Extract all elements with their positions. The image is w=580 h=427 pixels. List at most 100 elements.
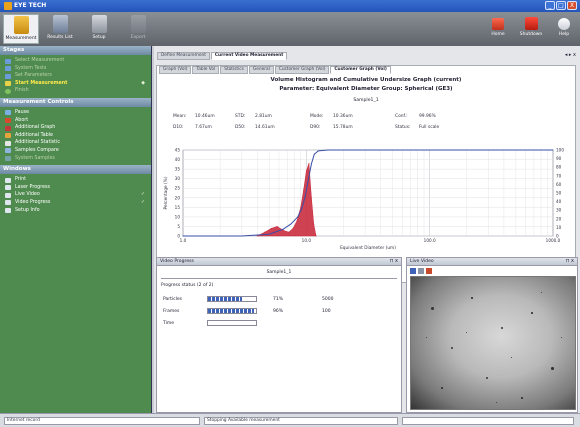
particle-speck <box>471 297 473 299</box>
minimize-button[interactable]: _ <box>545 1 555 10</box>
control-label: Additional Statistic <box>15 140 61 146</box>
setup-button[interactable]: Setup <box>81 14 117 44</box>
control-system-samples[interactable]: System Samples <box>0 155 151 163</box>
panel-close-icon[interactable]: ⊓ x <box>390 258 398 264</box>
x-axis-label: Equivalent Diameter (um) <box>340 245 396 251</box>
results-list-button[interactable]: Results List <box>42 14 78 44</box>
control-additional-graph[interactable]: Additional Graph <box>0 124 151 132</box>
cumulative-point <box>307 178 309 180</box>
histogram-point <box>315 235 317 237</box>
main-tabs: Define Measurement Current Video Measure… <box>157 52 288 60</box>
y-tick-label-right: 20 <box>556 216 562 221</box>
grid-icon[interactable] <box>418 268 424 274</box>
particles-label: Particles <box>163 297 182 302</box>
stage-icon <box>5 66 11 72</box>
tab-current-video-measurement[interactable]: Current Video Measurement <box>210 52 288 60</box>
histogram-point <box>270 227 272 229</box>
status-cell-3 <box>402 417 574 425</box>
video-progress-title-bar: Video Progress ⊓ x <box>157 258 401 266</box>
stage-finish[interactable]: Finish <box>0 87 151 95</box>
control-additional-statistic[interactable]: Additional Statistic <box>0 139 151 147</box>
particle-speck <box>531 312 533 314</box>
content-area: Define Measurement Current Video Measure… <box>154 46 580 413</box>
panel-close-icon[interactable]: ⊓ x <box>566 258 574 264</box>
shutdown-button[interactable]: Shutdown <box>513 14 549 44</box>
window-setup-info[interactable]: Setup Info <box>0 207 151 215</box>
checked-icon: ✓ <box>140 192 145 198</box>
stage-start-measurement[interactable]: Start Measurement ◆ <box>0 80 151 88</box>
app-title: EYE TECH <box>14 2 47 9</box>
cumulative-point <box>290 223 292 225</box>
stage-icon <box>5 81 11 87</box>
particle-speck <box>431 307 434 310</box>
particle-speck <box>521 397 523 399</box>
frames-progress-bar <box>207 308 257 314</box>
y-tick-label-left: 15 <box>175 205 181 210</box>
maximize-button[interactable]: □ <box>556 1 566 10</box>
histogram-point <box>276 225 278 227</box>
tab-nav-arrows[interactable]: ◂ ▸ x <box>565 52 576 58</box>
window-label: Live Video <box>15 192 40 198</box>
measurement-button[interactable]: Measurement <box>3 14 39 44</box>
measurement-controls-header: Measurement Controls <box>0 97 151 107</box>
window-laser-progress[interactable]: Laser Progress <box>0 184 151 192</box>
home-label: Home <box>491 32 505 37</box>
stage-system-tests[interactable]: System Tests <box>0 65 151 73</box>
divider <box>161 278 397 279</box>
y-tick-label-right: 80 <box>556 165 562 170</box>
histogram-point <box>303 189 305 191</box>
tab-define-measurement[interactable]: Define Measurement <box>157 52 210 60</box>
cumulative-point <box>364 149 366 151</box>
cumulative-point <box>429 149 431 151</box>
sidebar: Stages Select Measurement System Tests S… <box>0 46 152 413</box>
y-tick-label-left: 30 <box>175 176 181 181</box>
control-samples-compare[interactable]: Samples Compare <box>0 147 151 155</box>
tab-graph-vol[interactable]: Graph (Vol) <box>159 66 192 74</box>
window-label: Laser Progress <box>15 184 51 190</box>
setup-label: Setup <box>92 35 106 40</box>
histogram-point <box>296 220 298 222</box>
help-label: Help <box>558 32 570 37</box>
control-pause[interactable]: Pause <box>0 109 151 117</box>
results-list-label: Results List <box>47 35 73 40</box>
histogram-point <box>282 229 284 231</box>
control-abort[interactable]: Abort <box>0 117 151 125</box>
stage-select-measurement[interactable]: Select Measurement <box>0 57 151 65</box>
y-tick-label-right: 10 <box>556 225 562 230</box>
results-list-icon <box>52 15 68 33</box>
particle-speck <box>561 337 563 339</box>
frames-progress-fill <box>208 309 255 313</box>
graph-icon <box>5 125 11 131</box>
record-icon[interactable] <box>426 268 432 274</box>
home-button[interactable]: Home <box>480 14 516 44</box>
window-live-video[interactable]: Live Video ✓ <box>0 191 151 199</box>
tab-general[interactable]: General <box>248 66 274 74</box>
tab-statistics[interactable]: Statistics <box>220 66 248 74</box>
stage-label: System Tests <box>15 65 47 71</box>
window-video-progress[interactable]: Video Progress ✓ <box>0 199 151 207</box>
histogram-point <box>292 227 294 229</box>
histogram-point <box>305 170 307 172</box>
cumulative-point <box>268 233 270 235</box>
stage-set-parameters[interactable]: Set Parameters <box>0 72 151 80</box>
measurement-label: Measurement <box>5 36 37 41</box>
live-video-panel: Live Video ⊓ x <box>406 257 578 413</box>
stage-label: Select Measurement <box>15 58 65 63</box>
tab-customer-graph-2[interactable]: Customer Graph (Vol) <box>330 66 391 74</box>
window-print[interactable]: Print <box>0 176 151 184</box>
x-tick-label: 100.0 <box>424 238 436 243</box>
time-progress-bar <box>207 320 257 326</box>
export-button[interactable]: Export <box>120 14 156 44</box>
close-button[interactable]: X <box>567 1 577 10</box>
y-tick-label-left: 45 <box>175 148 181 153</box>
tab-table-vol[interactable]: Table Vol <box>192 66 220 74</box>
tab-customer-graph-1[interactable]: Customer Graph (Vol) <box>274 66 330 74</box>
frames-label: Frames <box>163 309 180 314</box>
setup-info-icon <box>5 208 11 213</box>
help-button[interactable]: Help <box>546 14 580 44</box>
video-progress-panel: Video Progress ⊓ x Sample1_1 Progress st… <box>156 257 402 413</box>
snapshot-icon[interactable] <box>410 268 416 274</box>
y-tick-label-right: 100 <box>556 148 564 153</box>
control-additional-table[interactable]: Additional Table <box>0 132 151 140</box>
frames-percent: 96% <box>273 309 284 314</box>
